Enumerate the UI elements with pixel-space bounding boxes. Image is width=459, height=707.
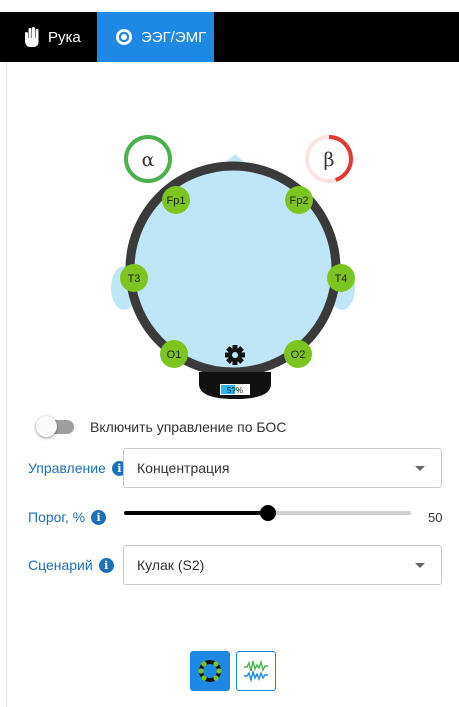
signal-icon [244,659,268,683]
threshold-slider[interactable] [124,505,411,521]
bos-toggle[interactable] [36,416,74,437]
chevron-down-icon [415,466,425,471]
scenario-label: Сценарий [28,557,93,573]
beta-symbol: β [324,149,335,171]
electrode-o1[interactable]: O1 [160,340,188,368]
control-label-row: Управление i [28,460,127,476]
electrode-t3[interactable]: T3 [120,264,148,292]
electrode-fp2[interactable]: Fp2 [285,186,313,214]
electrode-diagram: α β Fp1 Fp2 T3 T4 O1 O2 5?% [111,135,355,399]
electrode-t4-label: T4 [335,273,348,285]
electrode-o1-label: O1 [167,349,182,361]
threshold-label: Порог, % [28,509,86,525]
control-select[interactable]: Концентрация [123,448,442,488]
chevron-down-icon [415,563,425,568]
electrodes-icon [198,660,222,682]
electrode-fp1[interactable]: Fp1 [162,186,190,214]
battery-pod: 5?% [199,372,271,399]
electrode-o2[interactable]: O2 [284,340,312,368]
info-icon[interactable]: i [98,557,114,573]
threshold-label-row: Порог, % i [28,509,107,525]
battery-level-text: 5?% [227,386,243,395]
beta-indicator: β [305,135,353,183]
bos-toggle-label: Включить управление по БОС [90,419,287,435]
scenario-label-row: Сценарий i [28,557,114,573]
scenario-select-value: Кулак (S2) [137,557,205,573]
gear-icon[interactable] [225,345,245,365]
electrode-t3-label: T3 [128,273,141,285]
bos-toggle-row: Включить управление по БОС [36,416,287,438]
scenario-select[interactable]: Кулак (S2) [123,545,442,585]
alpha-symbol: α [142,149,155,171]
electrodes-view-button[interactable] [190,651,230,691]
signal-view-button[interactable] [236,651,276,691]
electrode-fp1-label: Fp1 [167,195,186,207]
info-icon[interactable]: i [91,509,107,525]
electrode-o2-label: O2 [291,349,306,361]
electrode-t4[interactable]: T4 [327,264,355,292]
bos-toggle-knob[interactable] [36,416,57,437]
alpha-indicator: α [124,135,172,183]
slider-fill [124,511,268,515]
control-label: Управление [28,460,106,476]
control-select-value: Концентрация [137,460,230,476]
threshold-value: 50 [428,510,443,525]
slider-thumb[interactable] [259,505,276,521]
electrode-fp2-label: Fp2 [290,195,309,207]
